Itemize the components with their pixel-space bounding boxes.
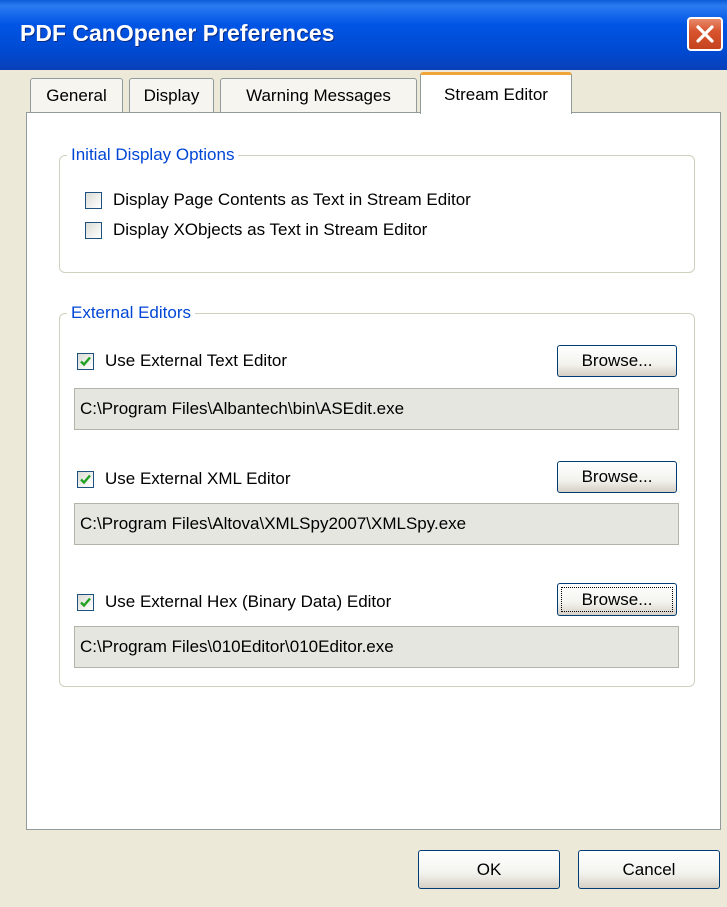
hex-editor-label: Use External Hex (Binary Data) Editor bbox=[105, 592, 392, 611]
checkmark-icon bbox=[80, 356, 91, 367]
close-button[interactable] bbox=[687, 17, 723, 51]
display-xobjects-label: Display XObjects as Text in Stream Edito… bbox=[113, 220, 428, 239]
checkmark-icon bbox=[80, 597, 91, 608]
hex-editor-checkbox[interactable] bbox=[77, 594, 94, 611]
hex-editor-browse-button[interactable]: Browse... bbox=[557, 583, 677, 616]
text-editor-label: Use External Text Editor bbox=[105, 351, 288, 370]
text-editor-browse-button[interactable]: Browse... bbox=[557, 345, 677, 377]
xml-editor-browse-button[interactable]: Browse... bbox=[557, 461, 677, 493]
cancel-button[interactable]: Cancel bbox=[578, 850, 720, 889]
display-xobjects-checkbox[interactable] bbox=[85, 222, 102, 239]
initial-display-group bbox=[59, 155, 695, 273]
tab-panel: Initial Display Options Display Page Con… bbox=[26, 112, 721, 830]
display-page-contents-label: Display Page Contents as Text in Stream … bbox=[113, 190, 471, 209]
close-icon bbox=[696, 25, 714, 43]
ok-button[interactable]: OK bbox=[418, 850, 560, 889]
hex-editor-path-field[interactable]: C:\Program Files\010Editor\010Editor.exe bbox=[74, 626, 679, 668]
display-page-contents-checkbox[interactable] bbox=[85, 192, 102, 209]
external-editors-title: External Editors bbox=[67, 303, 195, 323]
xml-editor-path-field[interactable]: C:\Program Files\Altova\XMLSpy2007\XMLSp… bbox=[74, 503, 679, 545]
title-bar: PDF CanOpener Preferences bbox=[0, 0, 727, 70]
window-title: PDF CanOpener Preferences bbox=[20, 20, 335, 46]
tab-display[interactable]: Display bbox=[129, 78, 214, 112]
tab-stream-editor[interactable]: Stream Editor bbox=[420, 72, 572, 114]
tab-general[interactable]: General bbox=[30, 78, 123, 112]
text-editor-path-field[interactable]: C:\Program Files\Albantech\bin\ASEdit.ex… bbox=[74, 388, 679, 430]
tab-warning-messages[interactable]: Warning Messages bbox=[220, 78, 417, 112]
xml-editor-checkbox[interactable] bbox=[77, 471, 94, 488]
initial-display-title: Initial Display Options bbox=[67, 145, 239, 165]
text-editor-checkbox[interactable] bbox=[77, 353, 94, 370]
checkmark-icon bbox=[80, 474, 91, 485]
xml-editor-label: Use External XML Editor bbox=[105, 469, 291, 488]
